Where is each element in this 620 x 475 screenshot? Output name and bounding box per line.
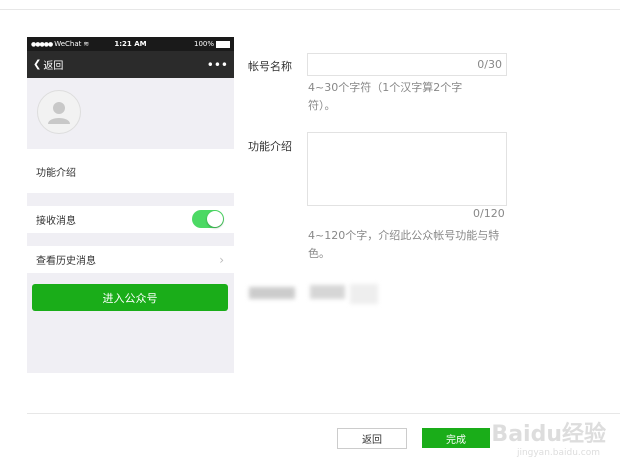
battery-icon bbox=[216, 40, 230, 48]
blurred-label bbox=[249, 287, 295, 299]
function-intro-textarea[interactable] bbox=[307, 132, 507, 206]
blurred-value bbox=[310, 285, 345, 299]
phone-back-button[interactable]: ❮ 返回 bbox=[33, 57, 63, 72]
done-button[interactable]: 完成 bbox=[422, 428, 490, 448]
history-row[interactable]: 查看历史消息 › bbox=[27, 246, 234, 273]
receive-messages-label: 接收消息 bbox=[36, 216, 76, 227]
intro-label: 功能介绍 bbox=[36, 167, 76, 179]
account-name-input[interactable]: 0/30 bbox=[307, 53, 507, 76]
watermark-logo: Baidu经验 bbox=[491, 422, 606, 447]
person-icon bbox=[48, 102, 70, 124]
intro-row: 功能介绍 bbox=[27, 149, 234, 193]
avatar bbox=[37, 90, 81, 134]
function-intro-counter: 0/120 bbox=[473, 207, 505, 220]
blurred-value-extra bbox=[350, 284, 378, 304]
account-name-hint: 4~30个字符（1个汉字算2个字符）。 bbox=[308, 81, 463, 112]
battery-percent: 100% bbox=[193, 40, 214, 48]
top-divider bbox=[0, 9, 620, 10]
status-bar: ●●●●● WeChat ≋ 1:21 AM 100% bbox=[27, 37, 234, 51]
chevron-left-icon: ❮ bbox=[33, 59, 42, 70]
receive-messages-row: 接收消息 bbox=[27, 206, 234, 233]
profile-section bbox=[27, 78, 234, 149]
phone-back-label: 返回 bbox=[43, 61, 64, 72]
function-intro-label: 功能介绍 bbox=[248, 140, 292, 153]
chevron-right-icon: › bbox=[219, 252, 224, 267]
phone-preview: ●●●●● WeChat ≋ 1:21 AM 100% ❮ 返回 ••• 功能介… bbox=[27, 37, 234, 373]
footer-divider bbox=[27, 413, 620, 414]
account-name-counter: 0/30 bbox=[477, 58, 502, 71]
function-intro-hint: 4~120个字，介绍此公众帐号功能与特色。 bbox=[308, 229, 500, 260]
history-label: 查看历史消息 bbox=[36, 256, 96, 267]
account-name-label: 帐号名称 bbox=[248, 60, 292, 73]
phone-nav-bar: ❮ 返回 ••• bbox=[27, 51, 234, 78]
enter-account-button[interactable]: 进入公众号 bbox=[32, 284, 228, 311]
more-icon[interactable]: ••• bbox=[207, 58, 228, 72]
back-button[interactable]: 返回 bbox=[337, 428, 407, 449]
watermark-url: jingyan.baidu.com bbox=[516, 448, 600, 458]
receive-messages-toggle[interactable] bbox=[192, 210, 224, 228]
